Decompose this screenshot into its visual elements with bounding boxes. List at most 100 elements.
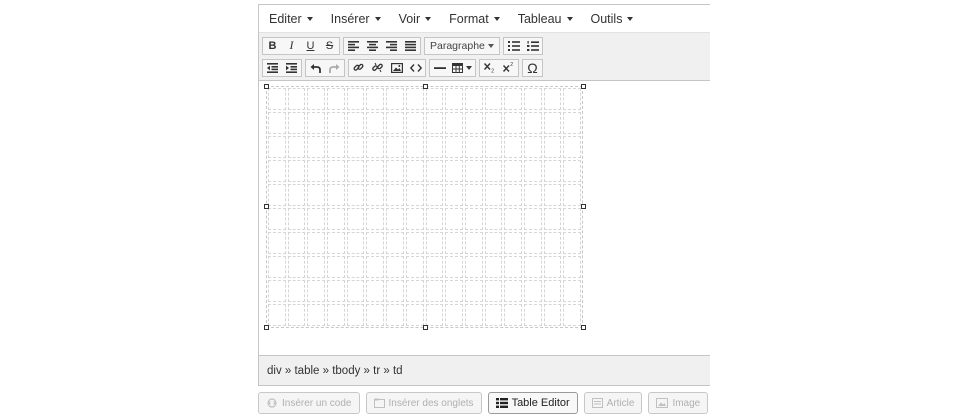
table-cell[interactable] bbox=[346, 160, 365, 182]
table-cell[interactable] bbox=[543, 232, 562, 254]
superscript-button[interactable]: 2 bbox=[499, 60, 518, 76]
table-cell[interactable] bbox=[366, 232, 385, 254]
table-cell[interactable] bbox=[346, 280, 365, 302]
bold-button[interactable]: B bbox=[263, 38, 282, 54]
resize-handle-bottom-right[interactable] bbox=[581, 325, 586, 330]
table-cell[interactable] bbox=[563, 304, 581, 326]
table-cell[interactable] bbox=[464, 112, 483, 134]
table-cell[interactable] bbox=[425, 160, 444, 182]
table-cell[interactable] bbox=[287, 232, 306, 254]
table-cell[interactable] bbox=[287, 136, 306, 158]
resize-handle-middle-left[interactable] bbox=[264, 204, 269, 209]
align-right-button[interactable] bbox=[382, 38, 401, 54]
table-cell[interactable] bbox=[425, 112, 444, 134]
table-cell[interactable] bbox=[543, 304, 562, 326]
unlink-button[interactable] bbox=[368, 60, 387, 76]
strikethrough-button[interactable]: S bbox=[320, 38, 339, 54]
editor-content[interactable] bbox=[259, 81, 710, 371]
table-cell[interactable] bbox=[484, 304, 503, 326]
table-cell[interactable] bbox=[287, 112, 306, 134]
table-cell[interactable] bbox=[307, 280, 326, 302]
table-cell[interactable] bbox=[425, 208, 444, 230]
align-center-button[interactable] bbox=[363, 38, 382, 54]
table-cell[interactable] bbox=[405, 280, 424, 302]
table-cell[interactable] bbox=[445, 232, 463, 254]
table-cell[interactable] bbox=[563, 280, 581, 302]
table-cell[interactable] bbox=[287, 256, 306, 278]
table-cell[interactable] bbox=[327, 256, 345, 278]
table-cell[interactable] bbox=[504, 184, 522, 206]
table-cell[interactable] bbox=[523, 160, 542, 182]
table-cell[interactable] bbox=[543, 256, 562, 278]
table-cell[interactable] bbox=[405, 256, 424, 278]
table-cell[interactable] bbox=[464, 256, 483, 278]
table-cell[interactable] bbox=[287, 304, 306, 326]
table-cell[interactable] bbox=[327, 304, 345, 326]
table-cell[interactable] bbox=[287, 160, 306, 182]
table-cell[interactable] bbox=[425, 136, 444, 158]
table-cell[interactable] bbox=[386, 256, 404, 278]
table-cell[interactable] bbox=[425, 184, 444, 206]
table-cell[interactable] bbox=[366, 184, 385, 206]
table-cell[interactable] bbox=[484, 136, 503, 158]
table-cell[interactable] bbox=[425, 232, 444, 254]
table-cell[interactable] bbox=[464, 136, 483, 158]
image-insert-button[interactable]: Image bbox=[648, 392, 709, 414]
article-button[interactable]: Article bbox=[583, 392, 643, 414]
table-cell[interactable] bbox=[563, 136, 581, 158]
table-cell[interactable] bbox=[346, 208, 365, 230]
element-path[interactable]: div » table » tbody » tr » td bbox=[267, 365, 403, 377]
table-cell[interactable] bbox=[287, 208, 306, 230]
table-cell[interactable] bbox=[268, 88, 286, 110]
table-cell[interactable] bbox=[563, 88, 581, 110]
table-cell[interactable] bbox=[484, 88, 503, 110]
table-cell[interactable] bbox=[307, 232, 326, 254]
table-cell[interactable] bbox=[386, 304, 404, 326]
table-cell[interactable] bbox=[484, 160, 503, 182]
table-cell[interactable] bbox=[366, 280, 385, 302]
table-cell[interactable] bbox=[268, 112, 286, 134]
link-button[interactable] bbox=[349, 60, 368, 76]
resize-handle-top-left[interactable] bbox=[264, 84, 269, 89]
table-cell[interactable] bbox=[464, 232, 483, 254]
table-cell[interactable] bbox=[563, 160, 581, 182]
table-cell[interactable] bbox=[504, 280, 522, 302]
table-cell[interactable] bbox=[287, 280, 306, 302]
table-cell[interactable] bbox=[543, 280, 562, 302]
table-cell[interactable] bbox=[445, 304, 463, 326]
table-cell[interactable] bbox=[268, 160, 286, 182]
table-cell[interactable] bbox=[523, 184, 542, 206]
table-cell[interactable] bbox=[543, 160, 562, 182]
table-cell[interactable] bbox=[504, 88, 522, 110]
table-cell[interactable] bbox=[386, 232, 404, 254]
table-cell[interactable] bbox=[268, 184, 286, 206]
table-cell[interactable] bbox=[504, 256, 522, 278]
table-cell[interactable] bbox=[307, 136, 326, 158]
table-cell[interactable] bbox=[563, 112, 581, 134]
bullet-list-button[interactable] bbox=[504, 38, 523, 54]
table-cell[interactable] bbox=[543, 88, 562, 110]
resize-handle-bottom-center[interactable] bbox=[423, 325, 428, 330]
table-cell[interactable] bbox=[366, 136, 385, 158]
table-cell[interactable] bbox=[268, 136, 286, 158]
table-cell[interactable] bbox=[405, 184, 424, 206]
menu-outils[interactable]: Outils bbox=[582, 5, 643, 32]
table-cell[interactable] bbox=[445, 184, 463, 206]
table-cell[interactable] bbox=[287, 184, 306, 206]
table-cell[interactable] bbox=[346, 88, 365, 110]
table-cell[interactable] bbox=[523, 136, 542, 158]
outdent-button[interactable] bbox=[263, 60, 282, 76]
table-cell[interactable] bbox=[346, 112, 365, 134]
table-cell[interactable] bbox=[307, 160, 326, 182]
table-cell[interactable] bbox=[346, 256, 365, 278]
table-cell[interactable] bbox=[366, 88, 385, 110]
table-cell[interactable] bbox=[307, 184, 326, 206]
paragraph-select[interactable]: Paragraphe bbox=[425, 38, 499, 54]
table-cell[interactable] bbox=[386, 160, 404, 182]
table-cell[interactable] bbox=[445, 256, 463, 278]
table-cell[interactable] bbox=[327, 136, 345, 158]
table-cell[interactable] bbox=[327, 184, 345, 206]
table-cell[interactable] bbox=[405, 304, 424, 326]
table-cell[interactable] bbox=[307, 304, 326, 326]
table-cell[interactable] bbox=[346, 184, 365, 206]
